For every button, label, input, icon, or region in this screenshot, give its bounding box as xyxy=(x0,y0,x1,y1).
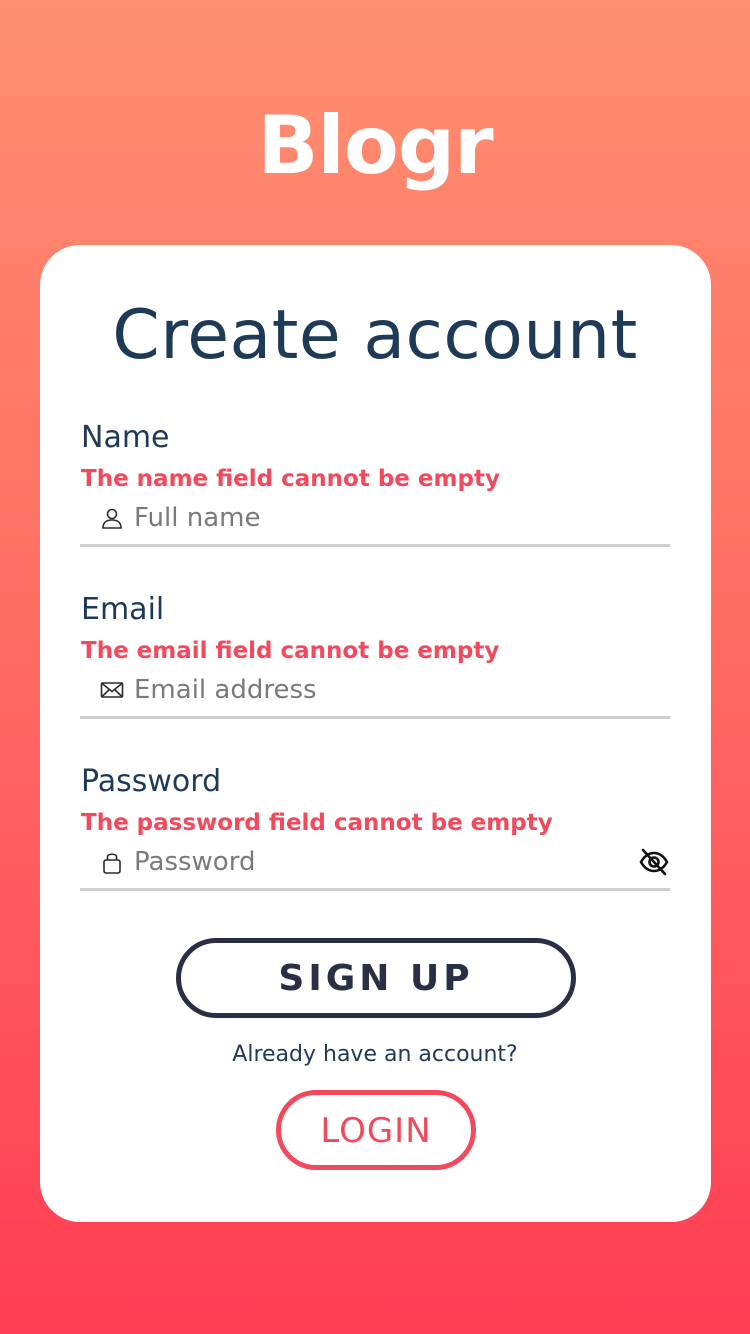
lock-icon xyxy=(103,853,121,874)
signup-button[interactable]: SIGN UP xyxy=(176,938,576,1018)
name-label: Name xyxy=(81,420,170,455)
email-error: The email field cannot be empty xyxy=(81,638,500,664)
signup-card xyxy=(40,245,711,1222)
password-input[interactable] xyxy=(134,840,634,884)
eye-slash-icon[interactable] xyxy=(638,846,670,878)
email-field-row xyxy=(80,668,670,719)
name-field-row xyxy=(80,496,670,547)
name-input[interactable] xyxy=(134,496,634,540)
email-input[interactable] xyxy=(134,668,634,712)
password-field-row xyxy=(80,840,670,891)
envelope-icon xyxy=(100,682,124,698)
password-label: Password xyxy=(81,764,222,799)
user-icon xyxy=(102,508,122,529)
brand-logo: Blogr xyxy=(257,99,493,192)
page-title: Create account xyxy=(112,296,638,375)
already-have-account-text: Already have an account? xyxy=(232,1042,518,1067)
name-error: The name field cannot be empty xyxy=(81,466,500,492)
password-error: The password field cannot be empty xyxy=(81,810,553,836)
login-button[interactable]: LOGIN xyxy=(276,1090,476,1170)
email-label: Email xyxy=(81,592,165,627)
